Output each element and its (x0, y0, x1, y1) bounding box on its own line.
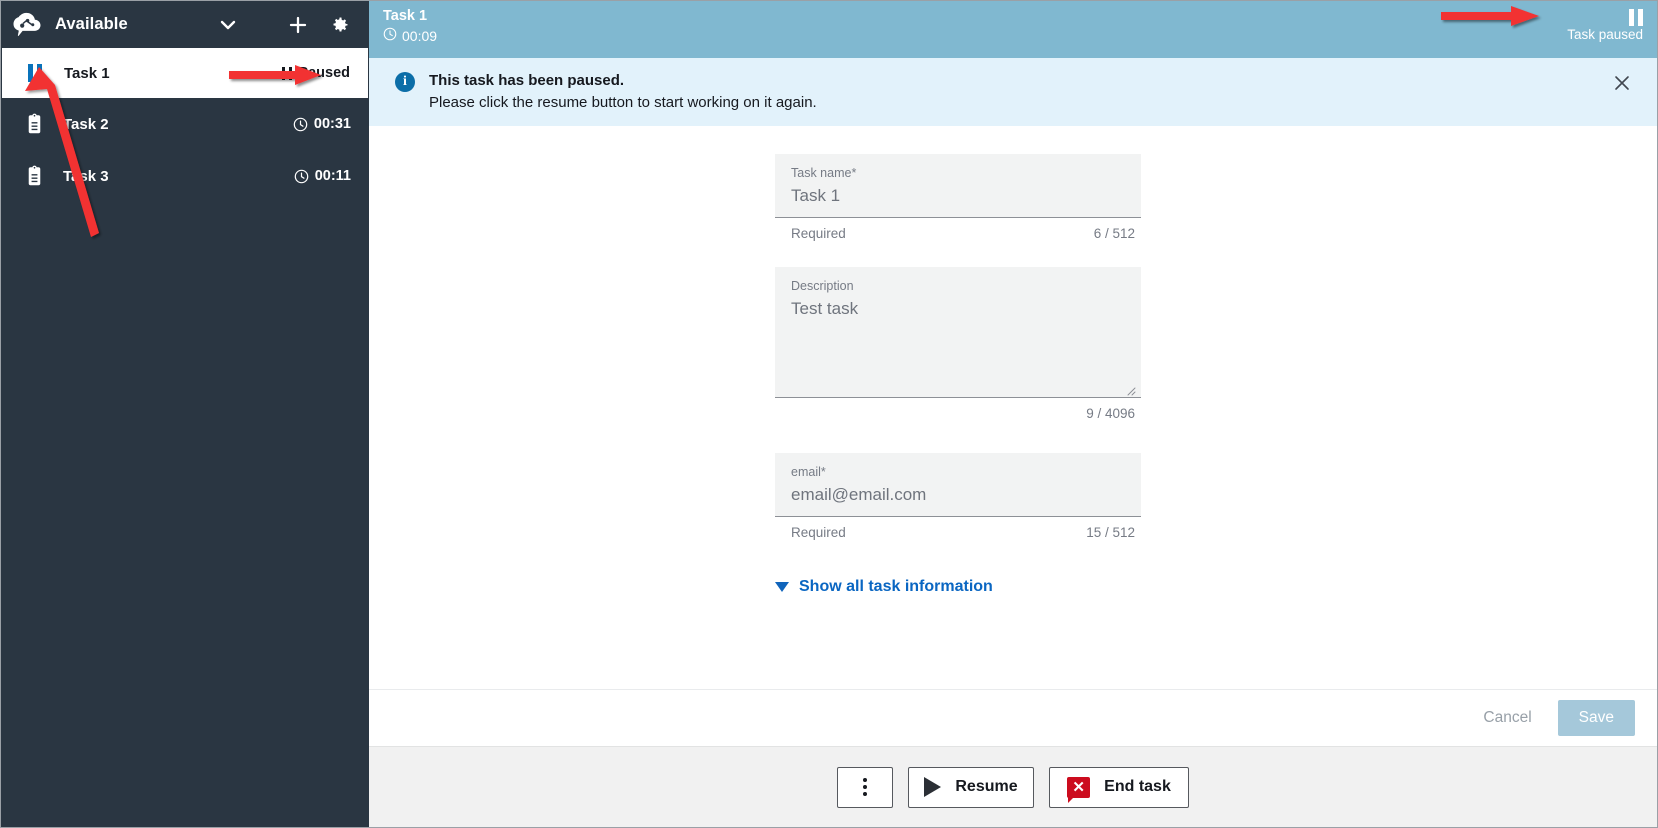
contact-header-right: Task paused (1567, 7, 1643, 42)
info-banner-title: This task has been paused. (429, 72, 625, 89)
task-status-label: Paused (298, 65, 350, 81)
clipboard-icon (17, 165, 51, 187)
main-panel: Task 1 00:09 Task paused i This task has… (369, 1, 1657, 827)
resume-label: Resume (955, 778, 1018, 795)
info-banner-text: This task has been paused. Please click … (429, 70, 817, 114)
pause-icon (1629, 7, 1643, 26)
task-list-item-3[interactable]: Task 3 00:11 (1, 150, 369, 202)
task-list-item-1[interactable]: Task 1 Paused (2, 48, 368, 98)
task-timer: 00:31 (293, 116, 351, 132)
footer-toolbar: Resume Resume ✕ End task (369, 746, 1657, 827)
field-email: email* email@email.com Required 15 / 512 (775, 453, 1141, 540)
field-value: Test task (791, 299, 859, 318)
ccp-application: Available Task 1 Paused Task 2 00:31 Tas… (0, 0, 1658, 828)
task-timer-label: 00:11 (314, 168, 351, 184)
description-input[interactable]: Description Test task (775, 267, 1141, 398)
task-name-label: Task 2 (63, 115, 109, 133)
contact-timer: 00:09 (383, 27, 437, 45)
info-icon: i (395, 72, 415, 92)
field-counter: 6 / 512 (1093, 226, 1135, 241)
save-button[interactable]: Save (1557, 700, 1635, 736)
field-footer: 9 / 4096 (775, 398, 1141, 421)
field-value: email@email.com (791, 485, 927, 504)
cancel-button[interactable]: Cancel (1473, 701, 1541, 735)
chevron-down-icon[interactable] (211, 8, 245, 42)
contact-header: Task 1 00:09 Task paused (369, 1, 1657, 58)
task-name-label: Task 3 (63, 167, 109, 185)
task-name-input[interactable]: Task name* Task 1 (775, 154, 1141, 218)
form-actions: Cancel Save (369, 689, 1657, 746)
clock-icon (383, 27, 397, 45)
show-all-label: Show all task information (799, 578, 993, 595)
gear-icon[interactable] (323, 8, 357, 42)
end-task-label: End task (1104, 778, 1171, 795)
kebab-menu-icon (863, 778, 867, 796)
task-timer: 00:11 (294, 168, 351, 184)
contact-header-left: Task 1 00:09 (383, 7, 437, 45)
plus-icon[interactable] (281, 8, 315, 42)
field-label: email* (791, 465, 826, 479)
sidebar-header: Available (1, 1, 369, 48)
task-status: Paused (282, 65, 350, 81)
more-options-button[interactable] (837, 766, 893, 808)
contact-title: Task 1 (383, 8, 428, 24)
task-list-item-2[interactable]: Task 2 00:31 (1, 98, 369, 150)
resize-handle-icon[interactable] (1126, 383, 1136, 396)
pause-icon (18, 64, 52, 82)
contact-timer-label: 00:09 (402, 28, 438, 44)
field-label: Task name* (791, 166, 857, 180)
field-hint: Required (791, 226, 846, 241)
contact-state-label: Task paused (1567, 27, 1643, 42)
info-banner: i This task has been paused. Please clic… (369, 58, 1657, 126)
task-form: Task name* Task 1 Required 6 / 512 Descr… (369, 126, 1657, 689)
task-name-label: Task 1 (64, 64, 110, 82)
sidebar: Available Task 1 Paused Task 2 00:31 Tas… (1, 1, 369, 827)
agent-status-label: Available (55, 15, 128, 33)
field-counter: 15 / 512 (1086, 525, 1135, 540)
close-icon[interactable] (1609, 70, 1635, 96)
email-field[interactable]: email* email@email.com (775, 453, 1141, 517)
field-hint: Required (791, 525, 846, 540)
field-footer: Required 15 / 512 (775, 517, 1141, 540)
resume-button[interactable]: Resume (908, 766, 1034, 808)
task-list: Task 1 Paused Task 2 00:31 Task 3 00:11 (1, 48, 369, 202)
field-value: Task 1 (791, 186, 841, 205)
clock-icon (293, 117, 308, 132)
triangle-down-icon (775, 582, 789, 592)
field-footer: Required 6 / 512 (775, 218, 1141, 241)
field-counter: 9 / 4096 (1086, 406, 1135, 421)
task-timer-label: 00:31 (313, 116, 351, 132)
end-task-icon: ✕ (1067, 776, 1091, 803)
field-task-name: Task name* Task 1 Required 6 / 512 (775, 154, 1141, 241)
play-icon (924, 777, 942, 797)
amazon-connect-cloud-icon (9, 6, 47, 44)
end-task-button[interactable]: ✕ End task (1049, 766, 1189, 808)
field-description: Description Test task 9 / 4096 (775, 267, 1141, 421)
show-all-task-information-link[interactable]: Show all task information (775, 578, 993, 596)
clock-icon (294, 169, 309, 184)
pause-icon-small (282, 66, 293, 80)
clipboard-icon (17, 113, 51, 135)
info-banner-subtitle: Please click the resume button to start … (429, 94, 817, 111)
field-label: Description (791, 279, 854, 293)
